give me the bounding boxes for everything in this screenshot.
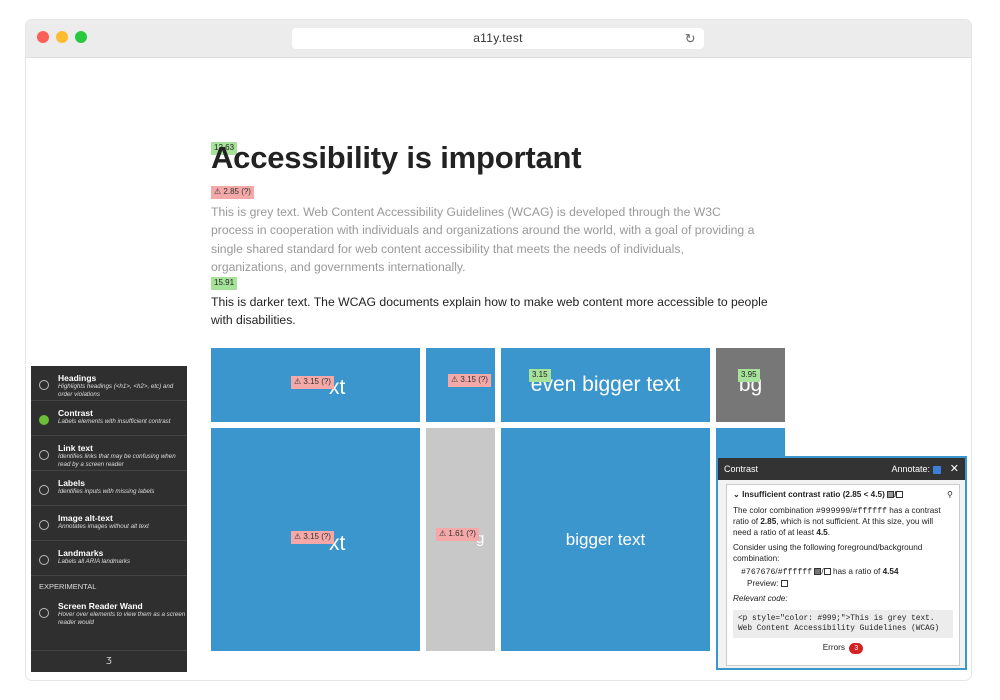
contrast-info-panel: Contrast Annotate: ✕ ⌄ Insufficient cont… (716, 456, 967, 670)
plugin-description: Annotates images without alt text (58, 523, 149, 530)
dark-paragraph: This is darker text. The WCAG documents … (211, 295, 768, 328)
suggestion-row: #767676/#ffffff / has a ratio of 4.54 Pr… (741, 567, 899, 588)
radio-wand[interactable] (39, 608, 49, 618)
suggest-fg: #767676 (741, 568, 776, 577)
reload-icon[interactable]: ↻ (685, 31, 696, 46)
errors-count-badge: 3 (849, 642, 864, 654)
radio-link-text[interactable] (39, 450, 49, 460)
plugin-description: Labels all ARIA landmarks (58, 558, 131, 565)
annotate-checkbox[interactable] (933, 465, 941, 474)
radio-contrast-checked[interactable] (39, 415, 49, 425)
desc-text: The color combination (733, 505, 814, 515)
radio-labels[interactable] (39, 485, 49, 495)
fg-swatch (887, 491, 895, 499)
page-title: Accessibility is important (211, 140, 582, 175)
browser-screen: a11y.test ↻ 12.63 Accessibility is impor… (0, 0, 1000, 700)
close-icon[interactable]: ✕ (950, 458, 959, 480)
contrast-badge-tile5[interactable]: ⚠ 3.15 (?) (291, 531, 334, 544)
annotate-label: Annotate: (891, 464, 930, 474)
issue-description: The color combination #999999/#ffffff ha… (733, 505, 941, 537)
suggest-bg: #ffffff (777, 568, 813, 577)
chevron-down-icon: ⌄ (733, 490, 740, 499)
suggest-text: has a ratio of (832, 567, 881, 576)
radio-image-alt[interactable] (39, 520, 49, 530)
tile-bigger-label: bigger text (565, 529, 646, 549)
code-snippet: <p style="color: #999;">This is grey tex… (733, 609, 953, 638)
code-line: <p style="color: #999;">This is grey tex… (738, 614, 935, 623)
min-ratio: 4.5 (816, 527, 828, 537)
plugin-link-text[interactable]: Link text Identifies links that may be c… (31, 436, 187, 471)
tile-right-column (716, 428, 785, 456)
tile-even-bigger-text: even bigger text (501, 348, 710, 422)
address-bar[interactable]: a11y.test ↻ (292, 28, 704, 49)
errors-label: Errors (822, 642, 845, 652)
ratio-value: 2.85 (760, 517, 777, 526)
plugin-description: Hover over elements to view them as a sc… (58, 611, 186, 626)
plugin-headings[interactable]: Headings Highlights headings (<h1>, <h2>… (31, 366, 187, 401)
radio-landmarks[interactable] (39, 555, 49, 565)
plugin-title: Labels (58, 478, 85, 488)
relevant-code-label: Relevant code: (733, 594, 788, 603)
plugin-title: Headings (58, 373, 97, 383)
plugin-labels[interactable]: Labels Identifies inputs with missing la… (31, 471, 187, 506)
grey-paragraph: This is grey text. Web Content Accessibi… (211, 205, 755, 275)
bg-color: #ffffff (852, 506, 887, 516)
plugin-title: Landmarks (58, 548, 104, 558)
plugin-screen-reader-wand[interactable]: Screen Reader Wand Hover over elements t… (31, 594, 187, 629)
plugin-landmarks[interactable]: Landmarks Labels all ARIA landmarks (31, 541, 187, 576)
contrast-badge-tile4[interactable]: 3.95 (738, 369, 760, 382)
code-line: Web Content Accessibility Guidelines (WC… (738, 624, 940, 633)
plugin-title: Screen Reader Wand (58, 601, 143, 611)
experimental-heading: EXPERIMENTAL (39, 582, 97, 591)
plugin-title: Contrast (58, 408, 93, 418)
panel-header: Contrast Annotate: ✕ (718, 458, 965, 480)
preview-label: Preview: (747, 578, 779, 588)
suggest-ratio: 4.54 (882, 567, 899, 576)
panel-title: Contrast (724, 464, 759, 474)
contrast-badge-tile6[interactable]: ⚠ 1.61 (?) (436, 528, 479, 541)
radio-headings[interactable] (39, 380, 49, 390)
tile-bg: bg (716, 348, 785, 422)
contrast-badge-tile1[interactable]: ⚠ 3.15 (?) (291, 376, 334, 389)
plugin-image-alt[interactable]: Image alt-text Annotates images without … (31, 506, 187, 541)
errors-toggle[interactable]: Errors 3 (733, 642, 953, 654)
plugin-title: Image alt-text (58, 513, 113, 523)
contrast-badge-tile2[interactable]: ⚠ 3.15 (?) (448, 374, 491, 387)
tile-even-bigger-label: even bigger text (530, 373, 681, 396)
fg-color: #999999 (815, 506, 851, 516)
browser-toolbar: a11y.test ↻ (26, 20, 971, 58)
tile-bigger-text: bigger text (501, 428, 710, 651)
plugin-title: Link text (58, 443, 93, 453)
contrast-badge-dark[interactable]: 15.91 (211, 277, 238, 290)
minimize-window-button[interactable] (56, 31, 68, 43)
bg-swatch (896, 491, 904, 499)
plugin-description: Identifies inputs with missing labels (58, 488, 155, 495)
close-window-button[interactable] (37, 31, 49, 43)
toolbar-toggle-glasses-icon[interactable]: Ⳅ (31, 650, 187, 672)
suggestion-text: Consider using the following foreground/… (733, 543, 923, 563)
issue-heading[interactable]: ⌄ Insufficient contrast ratio (2.85 < 4.… (733, 490, 953, 501)
tota11y-sidebar: Headings Highlights headings (<h1>, <h2>… (31, 366, 187, 672)
url-text: a11y.test (473, 31, 523, 45)
suggest-bg-swatch (823, 568, 831, 576)
plugin-description: Highlights headings (<h1>, <h2>, etc) an… (58, 383, 174, 398)
plugin-contrast[interactable]: Contrast Labels elements with insufficie… (31, 401, 187, 436)
panel-body: ⌄ Insufficient contrast ratio (2.85 < 4.… (726, 484, 960, 666)
contrast-badge-tile3[interactable]: 3.15 (529, 369, 551, 382)
preview-checkbox[interactable] (780, 579, 788, 587)
plugin-description: Labels elements with insufficient contra… (58, 418, 171, 425)
contrast-badge-grey[interactable]: ⚠ 2.85 (?) (211, 186, 254, 199)
search-icon[interactable]: ⚲ (947, 490, 953, 501)
annotate-toggle[interactable]: Annotate: (891, 458, 941, 480)
issue-title: Insufficient contrast ratio (2.85 < 4.5) (742, 490, 885, 499)
maximize-window-button[interactable] (75, 31, 87, 43)
suggest-fg-swatch (814, 568, 822, 576)
plugin-description: Identifies links that may be confusing w… (58, 453, 176, 468)
